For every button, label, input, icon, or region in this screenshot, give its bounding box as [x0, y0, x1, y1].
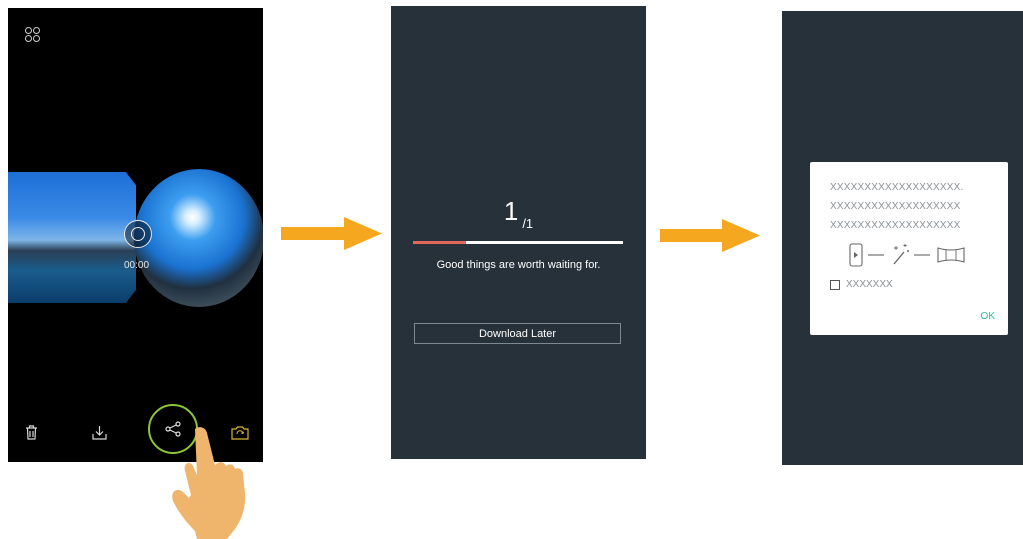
dialog-line-3: XXXXXXXXXXXXXXXXXXX [830, 220, 961, 231]
workflow-illustration [849, 243, 965, 267]
dont-show-again-checkbox[interactable] [830, 280, 840, 290]
playback-time: 00:00 [124, 260, 150, 271]
trash-icon[interactable] [25, 425, 38, 440]
dialog-line-1: XXXXXXXXXXXXXXXXXXX. [830, 182, 964, 193]
dialog-line-2: XXXXXXXXXXXXXXXXXXX [830, 201, 961, 212]
magic-wand-icon [893, 244, 909, 265]
play-toggle-icon[interactable] [124, 220, 152, 248]
counter-total: /1 [522, 216, 534, 231]
download-later-button[interactable]: Download Later [414, 323, 621, 344]
panorama-video-icon [937, 247, 965, 263]
phone-video-icon [849, 243, 863, 267]
download-counter: 1/1 [391, 196, 646, 231]
flow-arrow-1 [281, 217, 382, 250]
checkbox-label: XXXXXXX [846, 279, 893, 290]
phone-screen-playback: 00:00 [8, 8, 263, 462]
phone-screen-dialog: XXXXXXXXXXXXXXXXXXX. XXXXXXXXXXXXXXXXXXX… [782, 11, 1023, 465]
ok-button[interactable]: OK [981, 311, 995, 322]
download-icon[interactable] [92, 425, 107, 440]
menu-icon[interactable] [25, 27, 41, 43]
info-dialog: XXXXXXXXXXXXXXXXXXX. XXXXXXXXXXXXXXXXXXX… [810, 162, 1008, 335]
progress-fill [413, 241, 466, 244]
download-progress-bar [413, 241, 623, 244]
panorama-left-lens [8, 172, 136, 303]
wait-message: Good things are worth waiting for. [436, 259, 601, 271]
phone-screen-downloading: 1/1 Good things are worth waiting for. D… [391, 6, 646, 459]
counter-current: 1 [503, 196, 519, 226]
tap-hand-icon [172, 427, 246, 539]
panorama-preview[interactable]: 00:00 [8, 169, 263, 307]
flow-arrow-2 [660, 219, 760, 252]
panorama-right-lens [134, 169, 263, 307]
